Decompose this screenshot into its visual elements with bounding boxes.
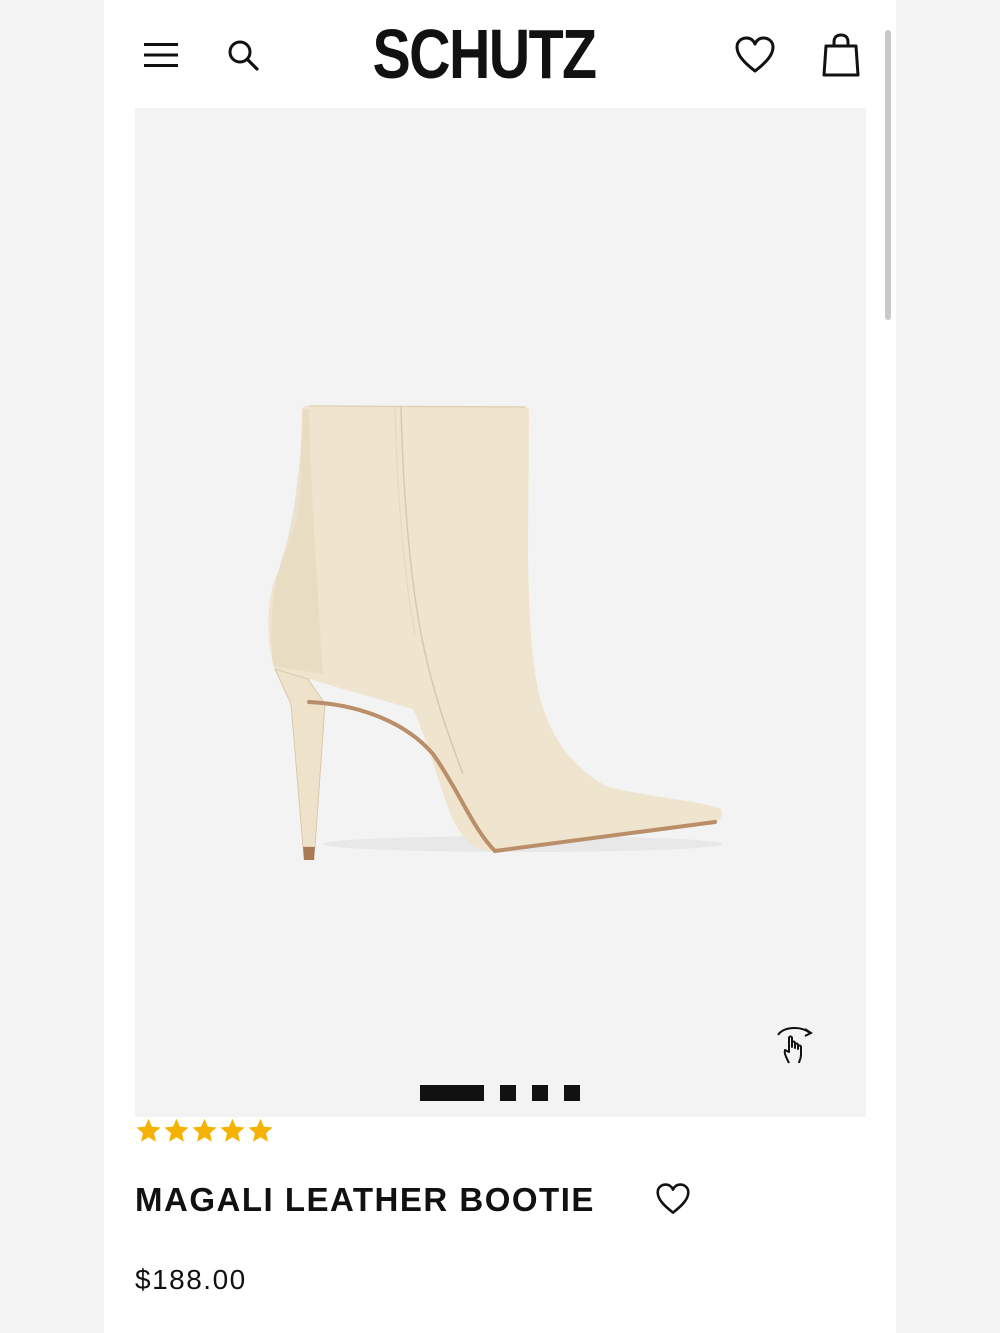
product-image	[268, 405, 723, 860]
star-icon	[220, 1118, 245, 1142]
product-image-gallery[interactable]	[135, 108, 866, 1117]
site-header: SCHUTZ	[104, 0, 896, 108]
pagination-dot[interactable]	[532, 1085, 548, 1101]
rotate-360-button[interactable]	[769, 1020, 819, 1070]
wishlist-button[interactable]	[732, 32, 778, 78]
search-button[interactable]	[222, 34, 264, 76]
brand-logo[interactable]: SCHUTZ	[372, 14, 598, 94]
star-icon	[192, 1118, 217, 1142]
menu-button[interactable]	[140, 34, 182, 76]
star-icon	[164, 1118, 189, 1142]
product-page: SCHUTZ MAGALI LEATHER BOOTIE $188.00	[104, 0, 896, 1333]
pagination-dot[interactable]	[564, 1085, 580, 1101]
add-to-wishlist-button[interactable]	[652, 1178, 694, 1220]
pagination-dot-active[interactable]	[420, 1085, 484, 1101]
product-price: $188.00	[135, 1264, 247, 1295]
heart-icon	[735, 36, 775, 73]
shopping-bag-icon	[822, 33, 860, 77]
hand-rotate-360-icon	[777, 1027, 813, 1064]
star-rating[interactable]	[135, 1117, 274, 1147]
star-icon	[248, 1118, 273, 1142]
shopping-bag-button[interactable]	[816, 30, 866, 80]
page-scrollbar[interactable]	[885, 30, 891, 320]
star-icon	[136, 1118, 161, 1142]
hamburger-menu-icon	[144, 43, 178, 67]
pagination-dot[interactable]	[500, 1085, 516, 1101]
heart-icon	[656, 1183, 690, 1214]
gallery-pagination	[420, 1085, 580, 1101]
search-icon	[228, 40, 259, 71]
product-title: MAGALI LEATHER BOOTIE	[135, 1181, 595, 1218]
